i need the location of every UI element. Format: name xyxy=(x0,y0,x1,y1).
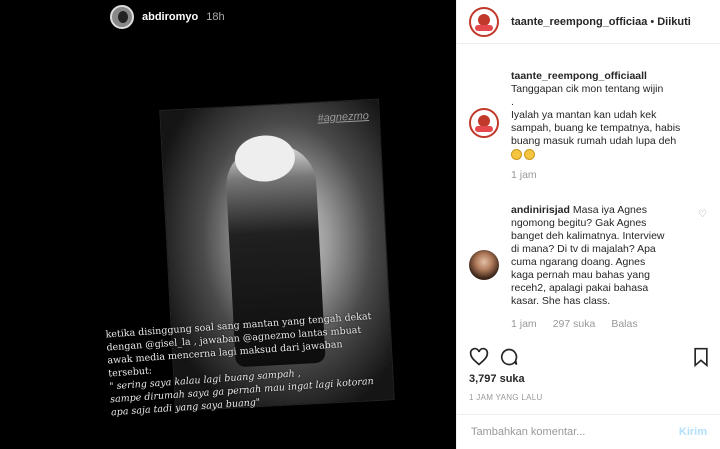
comment-line: Tanggapan cik mon tentang wijin xyxy=(511,83,664,95)
story-header: abdiromyo 18h xyxy=(110,5,225,29)
comment-time: 1 jam xyxy=(511,318,537,330)
comment-username[interactable]: taante_reempong_officiaall xyxy=(511,70,647,82)
comment-line: kasar. She has class. xyxy=(511,295,611,307)
header-separator: • xyxy=(650,15,655,28)
following-button[interactable]: Diikuti xyxy=(657,16,691,28)
comment-line: Iyalah ya mantan kan udah kek xyxy=(511,109,657,121)
add-comment-bar: Kirim xyxy=(457,414,720,449)
comment-line: di mana? Di tv di majalah? Apa xyxy=(511,243,656,255)
comment-item: andinirisjad Masa iya Agnes ngomong begi… xyxy=(469,204,709,330)
grinning-emoji-icon xyxy=(524,148,535,160)
photo-hashtag: #agnezmo xyxy=(317,110,370,125)
post-actions xyxy=(469,347,713,369)
post-time: 1 JAM YANG LALU xyxy=(469,393,543,402)
media-area: abdiromyo 18h #agnezmo ketika disinggung… xyxy=(0,0,456,449)
comment-item: taante_reempong_officiaall Tanggapan cik… xyxy=(469,70,709,181)
comment-text: taante_reempong_officiaall Tanggapan cik… xyxy=(511,70,709,161)
comment-line: buang masuk rumah udah lupa deh xyxy=(511,135,677,147)
comment-avatar[interactable] xyxy=(469,250,499,280)
comment-meta: 1 jam 297 suka Balas xyxy=(511,318,709,330)
story-time: 18h xyxy=(206,11,225,23)
comment-text: andinirisjad Masa iya Agnes ngomong begi… xyxy=(511,204,709,308)
comment-line: Masa iya Agnes xyxy=(572,204,647,216)
comment-avatar[interactable] xyxy=(469,108,499,138)
comment-username[interactable]: andinirisjad xyxy=(511,204,570,216)
comments-list: taante_reempong_officiaall Tanggapan cik… xyxy=(457,52,720,337)
post-header: taante_reempong_officiaa • Diikuti xyxy=(457,0,720,44)
photo-caption: ketika disinggung soal sang mantan yang … xyxy=(105,308,411,420)
bookmark-icon[interactable] xyxy=(691,347,711,367)
comment-bubble-icon[interactable] xyxy=(499,347,519,367)
account-username[interactable]: taante_reempong_officiaa xyxy=(511,16,647,28)
comment-line: banget deh kalimatnya. Interview xyxy=(511,230,665,242)
comment-like-count[interactable]: 297 suka xyxy=(553,318,596,330)
comment-line: . xyxy=(511,96,514,108)
like-count[interactable]: 3,797 suka xyxy=(469,373,525,385)
comment-line: sampah, buang ke tempatnya, habis xyxy=(511,122,681,134)
comment-input[interactable] xyxy=(471,426,679,438)
story-username[interactable]: abdiromyo xyxy=(142,11,198,23)
account-avatar[interactable] xyxy=(469,6,499,37)
comment-meta: 1 jam xyxy=(511,169,709,181)
comment-line: cuma ngarang doang. Agnes xyxy=(511,256,646,268)
comment-time: 1 jam xyxy=(511,169,537,181)
like-heart-icon[interactable] xyxy=(469,347,489,367)
comment-line: ngomong begitu? Gak Agnes xyxy=(511,217,647,229)
comment-line: kaga pernah mau bahas yang xyxy=(511,269,650,281)
post-panel: taante_reempong_officiaa • Diikuti taant… xyxy=(456,0,720,449)
story-avatar[interactable] xyxy=(110,5,134,29)
grinning-emoji-icon xyxy=(511,148,522,160)
comment-line: receh2, apalagi pakai bahasa xyxy=(511,282,649,294)
comment-like-heart-icon[interactable]: ♡ xyxy=(698,210,709,220)
post-comment-button[interactable]: Kirim xyxy=(679,426,707,438)
reply-button[interactable]: Balas xyxy=(611,318,637,330)
